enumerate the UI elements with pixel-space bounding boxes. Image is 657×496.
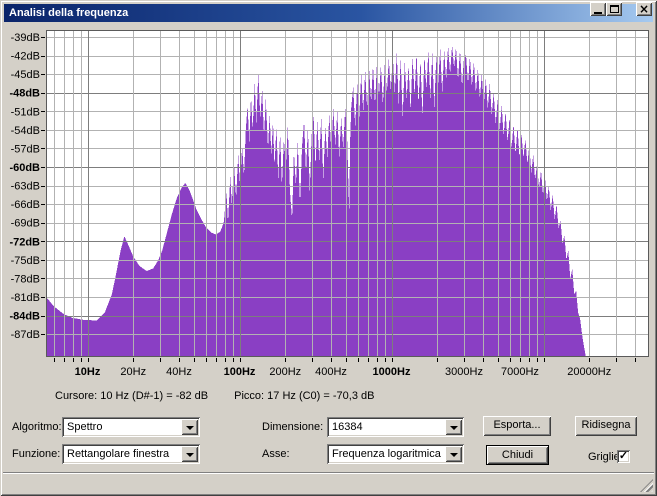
- function-select[interactable]: Rettangolare finestra: [62, 444, 200, 464]
- x-axis-label: 1000Hz: [373, 366, 411, 378]
- export-button[interactable]: Esporta...: [483, 416, 551, 436]
- spectrum-chart[interactable]: -39dB -42dB -45dB -48dB -51dB -54dB -57dB -60dB…: [0, 8, 657, 390]
- grids-label: Griglie: [588, 451, 620, 463]
- x-axis-label: 100Hz: [224, 366, 256, 378]
- y-axis-label: -69dB: [11, 218, 40, 230]
- y-axis-label: -75dB: [11, 255, 40, 267]
- chevron-down-icon: [186, 426, 194, 430]
- x-axis-label: 20000Hz: [567, 366, 611, 378]
- algorithm-label: Algoritmo:: [12, 421, 62, 433]
- y-axis-label: -72dB: [9, 236, 40, 248]
- x-axis-label: 400Hz: [315, 366, 347, 378]
- axis-dropdown-button[interactable]: [445, 446, 462, 462]
- cursor-peak-status: Cursore: 10 Hz (D#-1) = -82 dB Picco: 17 …: [55, 390, 374, 402]
- function-value: Rettangolare finestra: [67, 448, 169, 460]
- x-axis-label: 40Hz: [166, 366, 192, 378]
- size-dropdown-button[interactable]: [445, 419, 462, 435]
- axis-label: Asse:: [262, 448, 290, 460]
- size-select[interactable]: 16384: [327, 417, 464, 437]
- function-dropdown-button[interactable]: [181, 446, 198, 462]
- y-axis-label: -87dB: [11, 329, 40, 341]
- x-axis-label: 10Hz: [75, 366, 101, 378]
- redraw-button[interactable]: Ridisegna: [575, 416, 637, 436]
- status-bar: [3, 472, 654, 493]
- axis-value: Frequenza logaritmica: [332, 448, 441, 460]
- check-icon: ✓: [619, 451, 628, 462]
- y-axis-label: -45dB: [11, 69, 40, 81]
- y-axis-label: -39dB: [11, 32, 40, 44]
- y-axis-label: -81dB: [11, 292, 40, 304]
- chevron-down-icon: [186, 453, 194, 457]
- cursor-readout: Cursore: 10 Hz (D#-1) = -82 dB: [55, 390, 208, 402]
- algorithm-select[interactable]: Spettro: [62, 417, 200, 437]
- function-label: Funzione:: [12, 448, 60, 460]
- algorithm-dropdown-button[interactable]: [181, 419, 198, 435]
- frequency-analysis-dialog: Analisi della frequenza × -39dB-42dB-45d…: [0, 0, 657, 496]
- x-axis-label: 7000Hz: [501, 366, 539, 378]
- chevron-down-icon: [450, 426, 458, 430]
- algorithm-value: Spettro: [67, 421, 102, 433]
- y-axis-label: -60dB: [9, 162, 40, 174]
- size-label: Dimensione:: [262, 421, 323, 433]
- resize-grip[interactable]: [640, 479, 653, 492]
- axis-select[interactable]: Frequenza logaritmica: [327, 444, 464, 464]
- x-axis-label: 3000Hz: [445, 366, 483, 378]
- x-axis-label: 200Hz: [269, 366, 301, 378]
- y-axis-label: -78dB: [11, 273, 40, 285]
- y-axis-label: -63dB: [11, 181, 40, 193]
- chevron-down-icon: [450, 453, 458, 457]
- y-axis-label: -57dB: [11, 143, 40, 155]
- y-axis-label: -54dB: [11, 125, 40, 137]
- y-axis-label: -84dB: [9, 311, 40, 323]
- y-axis-label: -48dB: [9, 88, 40, 100]
- size-value: 16384: [332, 421, 363, 433]
- close-dialog-button[interactable]: Chiudi: [486, 445, 549, 465]
- peak-readout: Picco: 17 Hz (C0) = -70,3 dB: [234, 390, 374, 402]
- x-axis-label: 20Hz: [120, 366, 146, 378]
- y-axis-label: -42dB: [11, 51, 40, 63]
- grids-checkbox[interactable]: ✓: [617, 450, 630, 463]
- y-axis-label: -66dB: [11, 199, 40, 211]
- y-axis-label: -51dB: [11, 106, 40, 118]
